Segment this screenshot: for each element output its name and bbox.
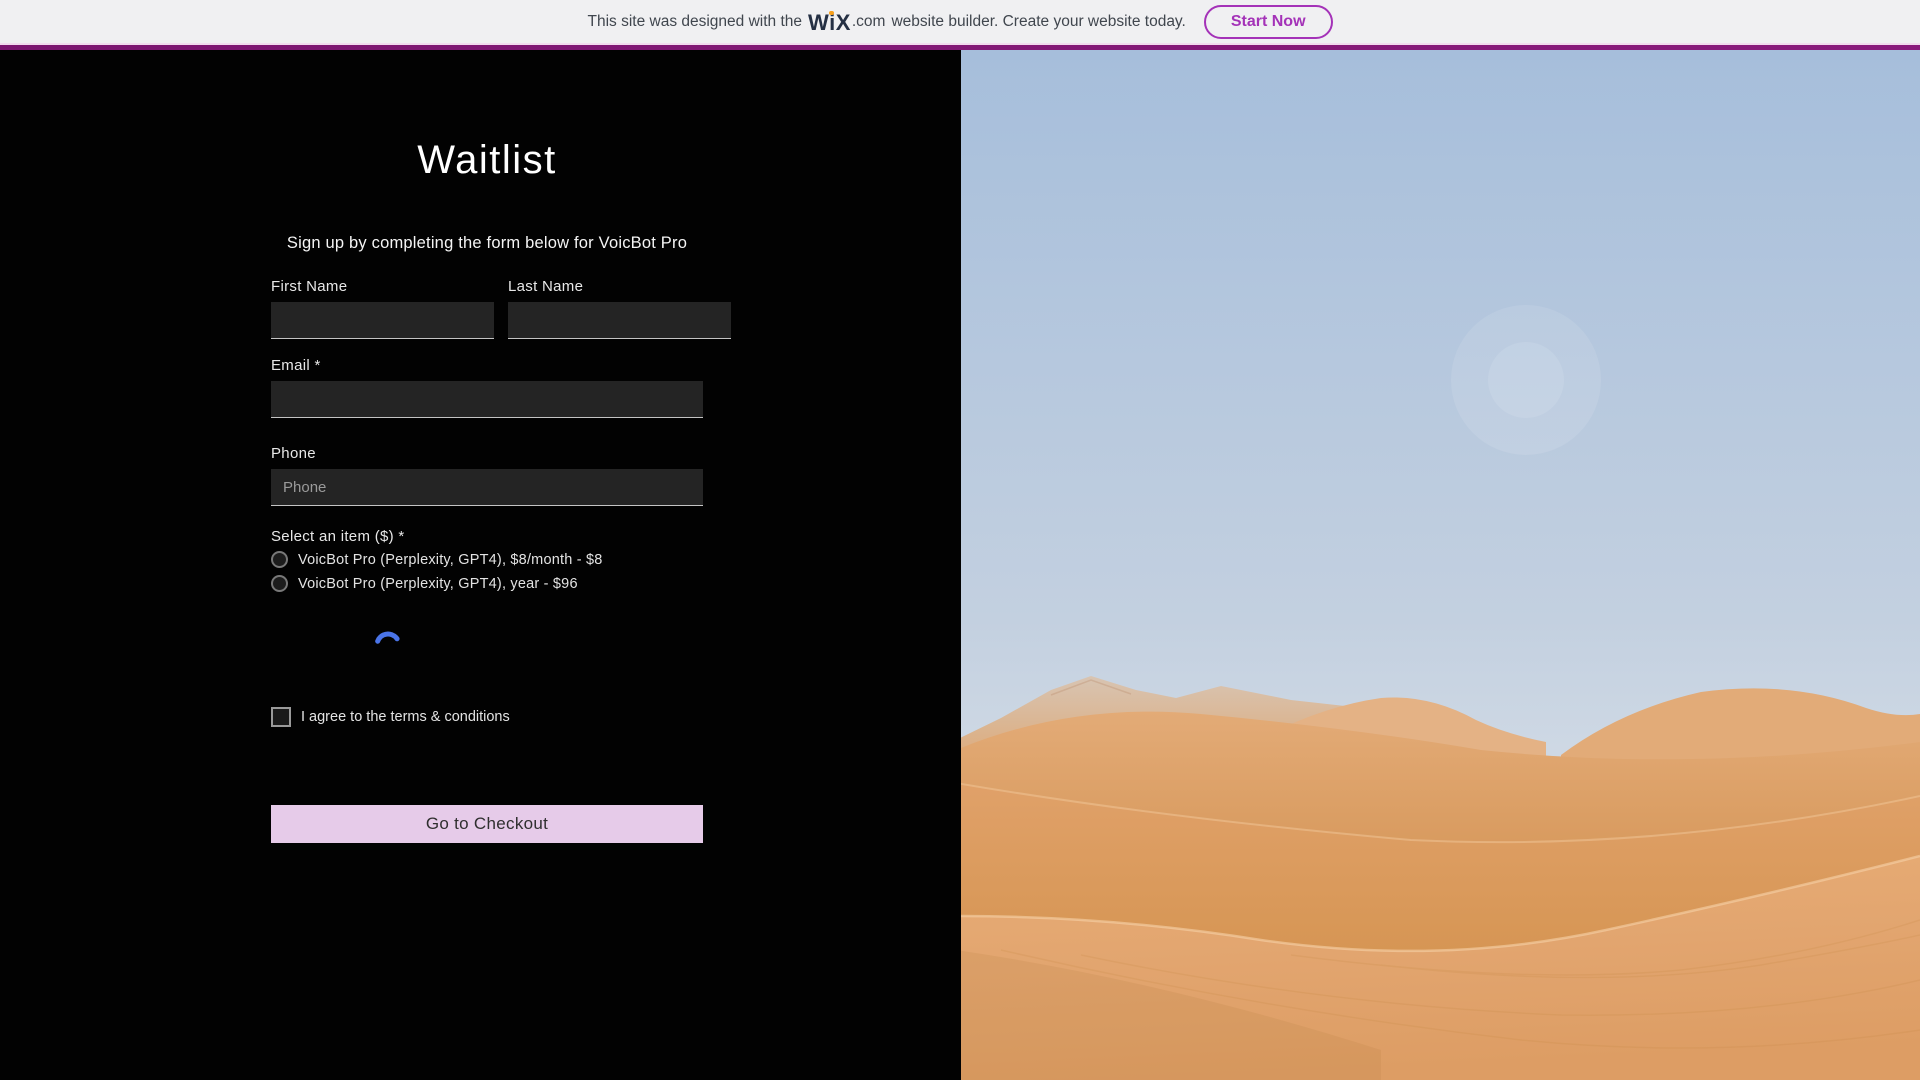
page-content: Waitlist Sign up by completing the form … xyxy=(0,50,1920,1080)
first-name-label: First Name xyxy=(271,278,348,295)
phone-field: Phone xyxy=(271,445,703,506)
waitlist-form-panel: Waitlist Sign up by completing the form … xyxy=(0,50,961,1080)
first-name-input[interactable] xyxy=(271,302,494,339)
banner-message: website builder. Create your website tod… xyxy=(891,12,1186,30)
email-label: Email * xyxy=(271,357,321,374)
form-subtitle: Sign up by completing the form below for… xyxy=(286,234,688,252)
terms-label: I agree to the terms & conditions xyxy=(301,709,510,725)
loading-spinner-icon xyxy=(373,630,403,660)
go-to-checkout-button[interactable]: Go to Checkout xyxy=(271,805,703,843)
start-now-button[interactable]: Start Now xyxy=(1203,4,1333,39)
desert-dunes-image xyxy=(961,50,1920,1080)
plan-option-label: VoicBot Pro (Perplexity, GPT4), year - $… xyxy=(298,575,578,592)
last-name-field: Last Name xyxy=(508,278,731,339)
page-title: Waitlist xyxy=(417,138,557,182)
name-fields-row: First Name Last Name xyxy=(271,278,731,339)
phone-label: Phone xyxy=(271,445,316,462)
plan-option-monthly[interactable]: VoicBot Pro (Perplexity, GPT4), $8/month… xyxy=(271,551,703,568)
radio-button-icon[interactable] xyxy=(271,575,288,592)
select-item-label: Select an item ($) * xyxy=(271,528,405,545)
first-name-field: First Name xyxy=(271,278,494,339)
plan-option-yearly[interactable]: VoicBot Pro (Perplexity, GPT4), year - $… xyxy=(271,575,703,592)
last-name-label: Last Name xyxy=(508,278,584,295)
checkbox-icon[interactable] xyxy=(271,707,291,727)
banner-message-prefix: This site was designed with the xyxy=(587,12,803,30)
plan-option-label: VoicBot Pro (Perplexity, GPT4), $8/month… xyxy=(298,551,603,568)
wix-logo: WiX xyxy=(808,9,851,35)
last-name-input[interactable] xyxy=(508,302,731,339)
wix-banner: This site was designed with the WiX .com… xyxy=(0,0,1920,43)
waitlist-form: Waitlist Sign up by completing the form … xyxy=(271,50,731,843)
wix-domain-suffix: .com xyxy=(851,12,886,30)
terms-checkbox-row[interactable]: I agree to the terms & conditions xyxy=(271,707,510,727)
desert-dunes-illustration xyxy=(961,50,1920,1080)
phone-input[interactable] xyxy=(271,469,703,506)
radio-button-icon[interactable] xyxy=(271,551,288,568)
email-field: Email * xyxy=(271,357,703,418)
email-input[interactable] xyxy=(271,381,703,418)
